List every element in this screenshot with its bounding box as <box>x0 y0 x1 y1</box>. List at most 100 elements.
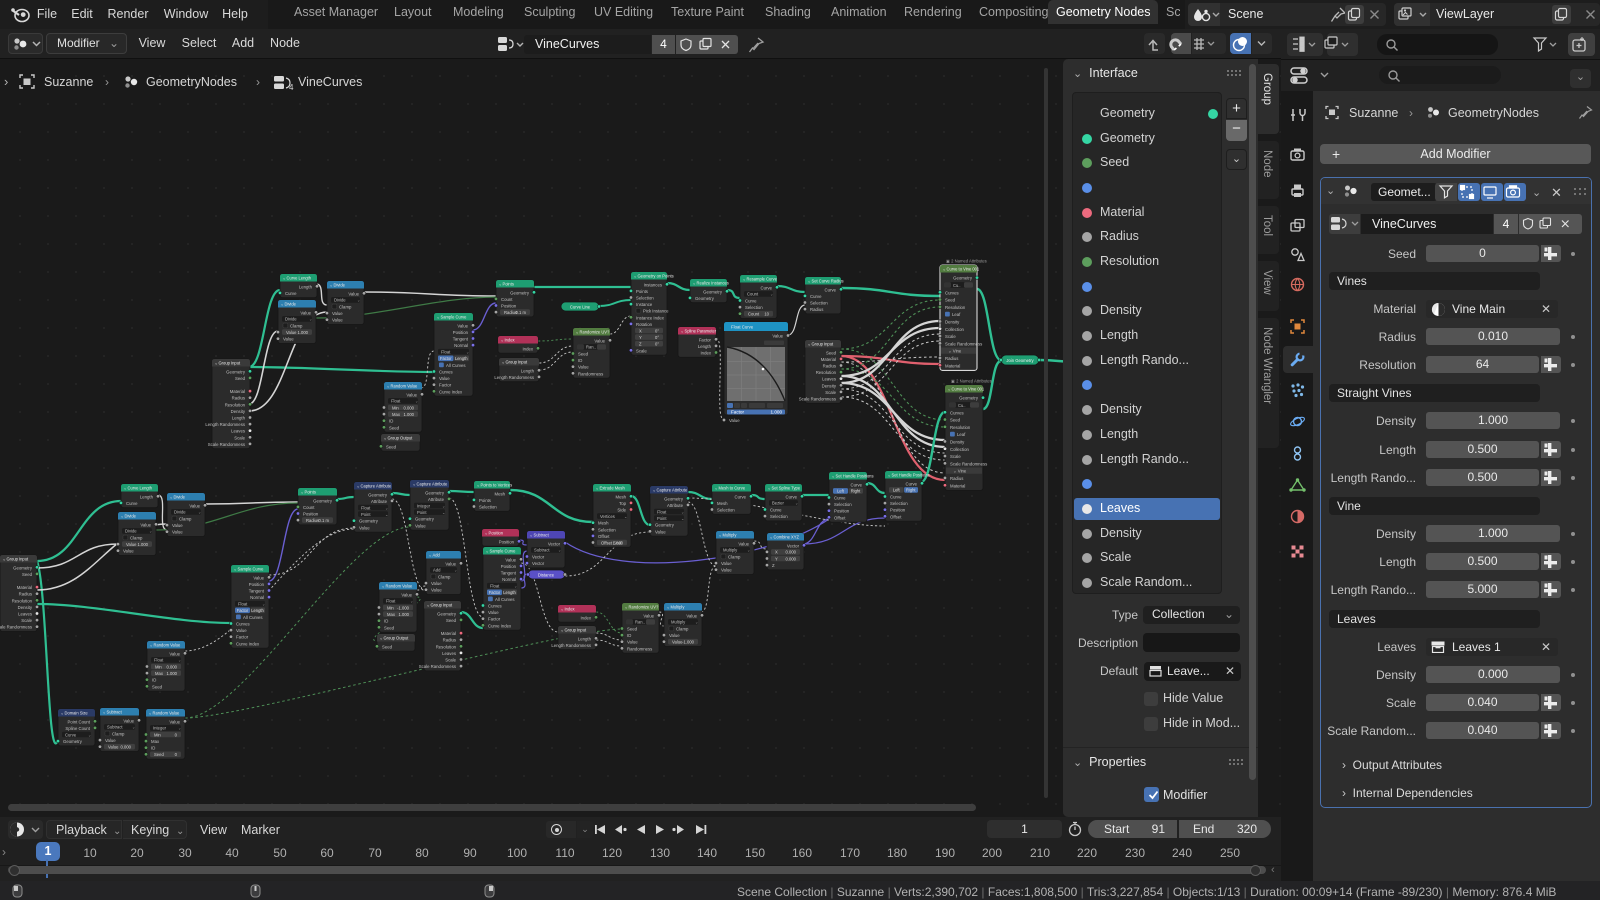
svg-text:Group Input: Group Input <box>565 628 587 633</box>
svg-text:⌄: ⌄ <box>831 473 835 478</box>
svg-text:Random Value: Random Value <box>153 711 181 716</box>
svg-text:Length: Length <box>455 356 468 361</box>
svg-text:Point: Point <box>361 512 371 517</box>
svg-text:Selection: Selection <box>745 305 763 310</box>
svg-text:Value: Value <box>123 549 134 554</box>
svg-text:Multiply: Multiply <box>671 620 686 625</box>
svg-text:⌄: ⌄ <box>681 516 685 521</box>
svg-text:Radius: Radius <box>306 518 319 523</box>
svg-text:1.000: 1.000 <box>404 412 415 417</box>
svg-text:Geometry: Geometry <box>655 523 675 528</box>
svg-text:Factor: Factor <box>440 356 452 361</box>
svg-text:Multiply: Multiply <box>723 548 738 553</box>
svg-text:Instances: Instances <box>644 282 662 287</box>
svg-text:Clamp: Clamp <box>179 517 192 522</box>
svg-text:Value: Value <box>348 291 359 296</box>
svg-text:⌄: ⌄ <box>381 583 385 588</box>
svg-text:Attribute: Attribute <box>667 503 684 508</box>
svg-text:⌄: ⌄ <box>624 604 628 609</box>
svg-text:⌄: ⌄ <box>742 276 746 281</box>
svg-text:⌄: ⌄ <box>2 556 6 561</box>
svg-text:Set Curve Radius: Set Curve Radius <box>812 279 844 284</box>
svg-text:Factor: Factor <box>489 590 501 595</box>
svg-text:Leaves: Leaves <box>231 429 245 434</box>
svg-text:ID: ID <box>627 633 631 638</box>
svg-text:Curves: Curves <box>950 410 964 415</box>
svg-text:Attribute: Attribute <box>371 499 388 504</box>
svg-text:Selection: Selection <box>717 508 735 513</box>
svg-text:Vector: Vector <box>532 555 545 560</box>
svg-text:Geometry: Geometry <box>415 517 435 522</box>
svg-text:Group Input: Group Input <box>219 361 241 366</box>
svg-text:Position: Position <box>499 539 515 544</box>
svg-text:Value: Value <box>505 557 516 562</box>
svg-text:1.000: 1.000 <box>399 612 410 617</box>
svg-text:Left: Left <box>837 489 845 494</box>
svg-text:⌄: ⌄ <box>329 282 333 287</box>
svg-text:Length Randomness: Length Randomness <box>205 422 245 427</box>
svg-text:Length Randomness: Length Randomness <box>494 375 534 380</box>
svg-text:Value: Value <box>169 719 180 724</box>
svg-text:Density: Density <box>945 319 960 324</box>
svg-text:Value: Value <box>729 418 740 423</box>
svg-text:Curve: Curve <box>786 494 798 499</box>
svg-text:Value: Value <box>105 738 116 743</box>
svg-text:Clamp: Clamp <box>130 536 143 541</box>
svg-text:Curve: Curve <box>770 508 782 513</box>
svg-text:Curve Index: Curve Index <box>236 641 260 646</box>
svg-text:Group Output: Group Output <box>388 436 414 441</box>
svg-text:0.000: 0.000 <box>167 664 178 669</box>
svg-text:⌄: ⌄ <box>262 602 266 607</box>
svg-text:⌄: ⌄ <box>558 548 562 553</box>
svg-text:Factor: Factor <box>439 383 452 388</box>
svg-text:⌄: ⌄ <box>500 337 504 342</box>
svg-text:Value: Value <box>140 522 151 527</box>
svg-text:Scale: Scale <box>234 435 245 440</box>
svg-text:Geometry: Geometry <box>368 492 388 497</box>
svg-text:Float: Float <box>657 509 667 514</box>
svg-text:Set Handle Positions: Set Handle Positions <box>836 474 874 479</box>
svg-text:Mesh to Curve: Mesh to Curve <box>719 486 746 491</box>
svg-text:Right: Right <box>906 488 916 493</box>
svg-text:Instance Index: Instance Index <box>636 315 665 320</box>
svg-text:Min: Min <box>387 605 394 610</box>
svg-text:⌄: ⌄ <box>300 489 304 494</box>
svg-text:Value: Value <box>359 525 370 530</box>
svg-text:Add: Add <box>433 553 441 558</box>
svg-text:Capture Attribute: Capture Attribute <box>417 482 448 487</box>
svg-text:Group Input: Group Input <box>812 342 834 347</box>
svg-text:Scale Randomness: Scale Randomness <box>419 664 456 669</box>
svg-text:⌄: ⌄ <box>466 350 470 355</box>
svg-text:Cu..: Cu.. <box>958 403 966 408</box>
svg-text:Points: Points <box>503 282 514 287</box>
svg-text:▣ 2 Named Attributes: ▣ 2 Named Attributes <box>946 259 987 264</box>
svg-text:⌄: ⌄ <box>149 642 153 647</box>
svg-text:Value: Value <box>655 529 666 534</box>
svg-text:Index: Index <box>580 615 591 620</box>
svg-text:Right: Right <box>851 489 861 494</box>
svg-text:⌄: ⌄ <box>747 548 751 553</box>
svg-text:Curve: Curve <box>761 285 773 290</box>
svg-text:Divide: Divide <box>174 495 186 500</box>
svg-text:Join Geometry: Join Geometry <box>1006 358 1034 363</box>
svg-text:⌄: ⌄ <box>132 725 136 730</box>
svg-text:Randomize UV?: Randomize UV? <box>629 605 660 610</box>
svg-text:⌄: ⌄ <box>385 512 389 517</box>
svg-text:⌄: ⌄ <box>633 273 637 278</box>
svg-text:Radius: Radius <box>945 356 958 361</box>
svg-text:Vector: Vector <box>548 541 561 546</box>
svg-text:Geometry: Geometry <box>437 611 457 616</box>
svg-text:Add: Add <box>433 568 441 573</box>
svg-text:Ran..: Ran.. <box>635 620 645 625</box>
svg-text:⌄: ⌄ <box>652 487 656 492</box>
svg-text:Instance: Instance <box>636 302 653 307</box>
svg-text:Offset: Offset <box>890 514 902 519</box>
svg-text:Cu..: Cu.. <box>953 283 961 288</box>
svg-text:Attribute: Attribute <box>428 497 445 502</box>
svg-text:⌄: ⌄ <box>436 314 440 319</box>
svg-text:Geometry: Geometry <box>63 739 83 744</box>
svg-text:Geometry: Geometry <box>703 289 723 294</box>
svg-text:Max: Max <box>155 671 164 676</box>
svg-text:Radius: Radius <box>19 592 32 597</box>
svg-text:Spline Parameter: Spline Parameter <box>685 329 717 334</box>
